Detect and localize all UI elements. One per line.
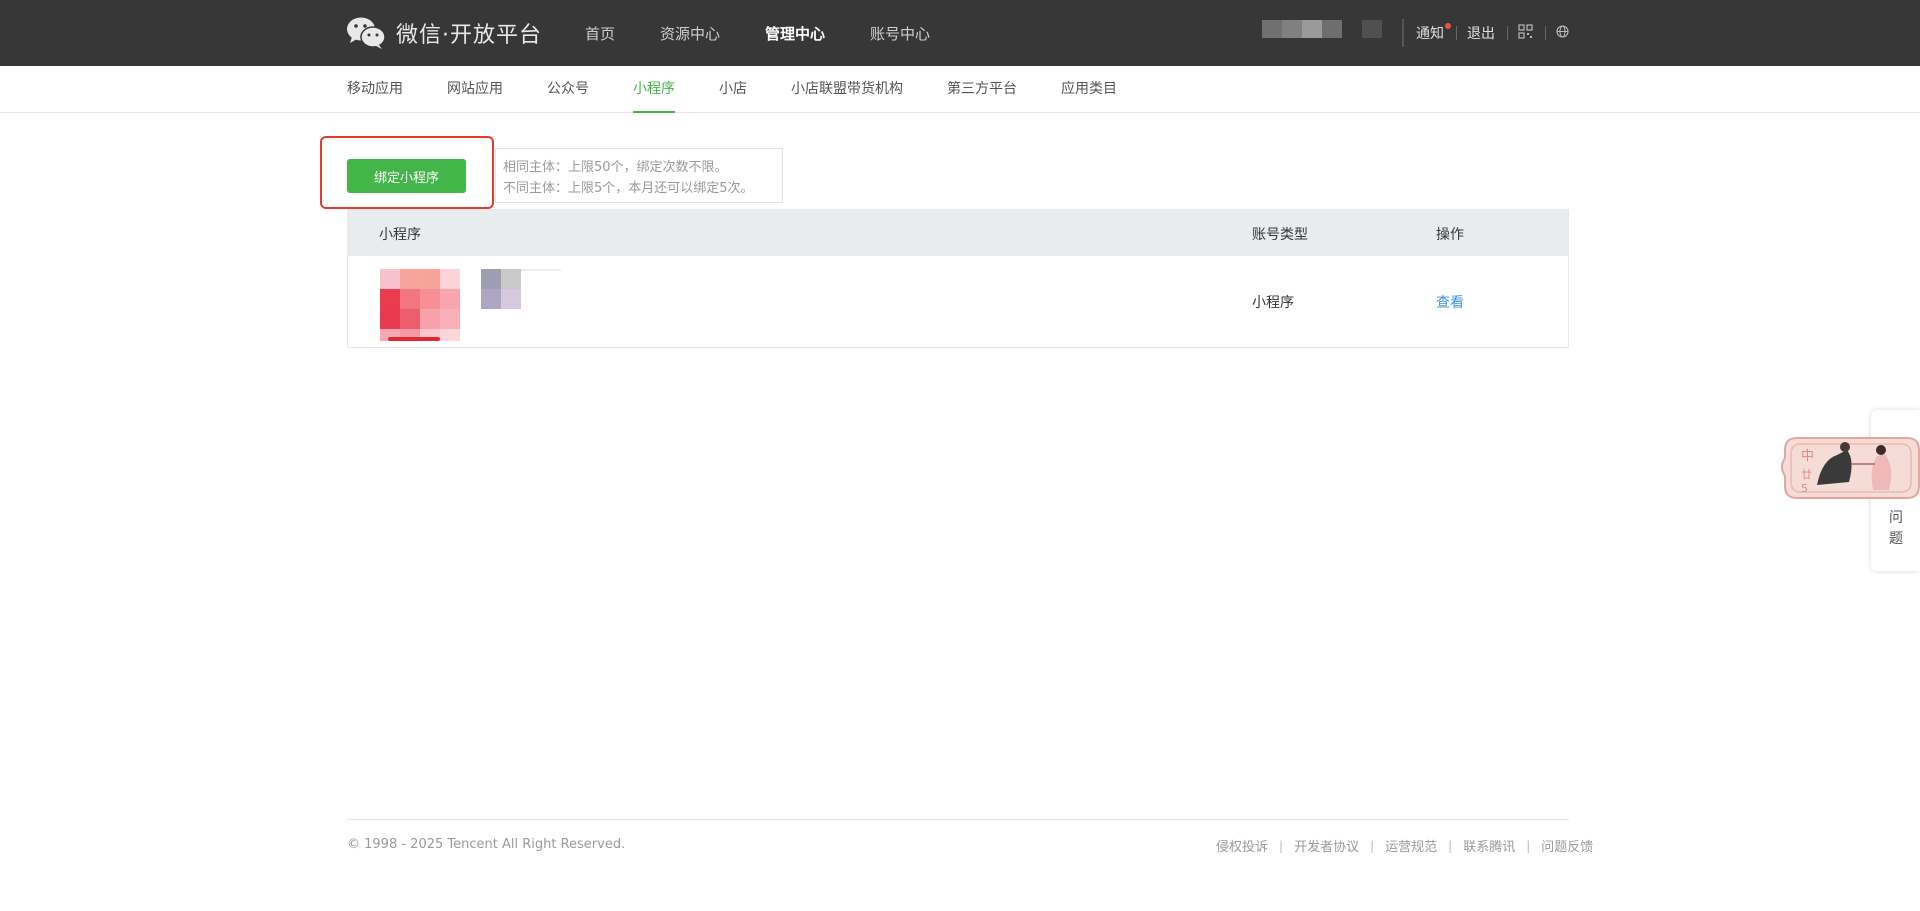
divider [1507, 26, 1508, 40]
tab-website-app[interactable]: 网站应用 [447, 66, 503, 113]
tab-mini-program[interactable]: 小程序 [633, 66, 675, 113]
nav-management[interactable]: 管理中心 [765, 23, 825, 44]
column-mini-program: 小程序 [379, 227, 421, 243]
svg-text:中: 中 [1801, 449, 1814, 464]
svg-text:廿: 廿 [1801, 468, 1812, 481]
qrcode-icon[interactable] [1518, 23, 1533, 43]
sub-nav: 移动应用 网站应用 公众号 小程序 小店 小店联盟带货机构 第三方平台 应用类目 [0, 66, 1920, 113]
account-type-cell: 小程序 [1252, 295, 1294, 311]
decorative-badge-icon: 中 廿 5 [1781, 437, 1920, 499]
tab-mobile-app[interactable]: 移动应用 [347, 66, 403, 113]
unread-dot [1445, 23, 1451, 29]
footer-link-operation-rules[interactable]: 运营规范 [1385, 836, 1437, 855]
notice-link[interactable]: 通知 [1416, 23, 1451, 43]
divider: | [1448, 838, 1453, 853]
globe-icon[interactable] [1556, 24, 1569, 42]
table-row: 小程序 查看 [348, 256, 1568, 348]
tab-third-party[interactable]: 第三方平台 [947, 66, 1017, 113]
footer-link-developer-agreement[interactable]: 开发者协议 [1294, 836, 1359, 855]
user-account-mosaic[interactable] [1262, 20, 1382, 38]
divider [1456, 26, 1457, 40]
svg-text:5: 5 [1801, 482, 1808, 495]
brand-title: 微信·开放平台 [396, 23, 542, 48]
copyright-text: © 1998 - 2025 Tencent All Right Reserved… [347, 837, 626, 852]
tab-official-account[interactable]: 公众号 [547, 66, 589, 113]
nav-resources[interactable]: 资源中心 [660, 23, 720, 44]
view-link[interactable]: 查看 [1436, 292, 1464, 312]
column-account-type: 账号类型 [1252, 227, 1308, 243]
tip-different-entity: 不同主体：上限5个，本月还可以绑定5次。 [503, 181, 754, 196]
main-nav: 首页 资源中心 管理中心 账号中心 [585, 0, 975, 66]
tab-app-category[interactable]: 应用类目 [1061, 66, 1117, 113]
brand-logo[interactable]: 微信·开放平台 [346, 16, 542, 50]
table-header: 小程序 账号类型 操作 [348, 210, 1568, 256]
footer-link-infringement[interactable]: 侵权投诉 [1216, 836, 1268, 855]
mini-program-avatar [380, 269, 460, 341]
top-header: 微信·开放平台 首页 资源中心 管理中心 账号中心 通知 退出 [0, 0, 1920, 66]
wechat-logo-icon [347, 17, 386, 49]
bind-limit-tip: 相同主体：上限50个，绑定次数不限。 不同主体：上限5个，本月还可以绑定5次。 [495, 148, 783, 203]
divider: | [1370, 838, 1375, 853]
mini-program-table: 小程序 账号类型 操作 小程序 查看 [347, 209, 1569, 348]
header-actions: 通知 退出 [1402, 18, 1569, 48]
tip-same-entity: 相同主体：上限50个，绑定次数不限。 [503, 160, 728, 175]
tab-shop[interactable]: 小店 [719, 66, 747, 113]
footer-link-contact[interactable]: 联系腾讯 [1463, 836, 1515, 855]
footer-divider [347, 819, 1569, 820]
column-actions: 操作 [1436, 227, 1464, 243]
divider [1402, 19, 1404, 47]
divider: | [1526, 838, 1531, 853]
tab-shop-alliance[interactable]: 小店联盟带货机构 [791, 66, 903, 113]
divider [1545, 26, 1546, 40]
nav-home[interactable]: 首页 [585, 23, 615, 44]
divider: | [1279, 838, 1284, 853]
bind-mini-program-button[interactable]: 绑定小程序 [347, 159, 466, 193]
nav-account[interactable]: 账号中心 [870, 23, 930, 44]
feedback-label: 问题 [1889, 510, 1903, 547]
logout-link[interactable]: 退出 [1467, 23, 1495, 43]
footer-links: 侵权投诉 | 开发者协议 | 运营规范 | 联系腾讯 | 问题反馈 [1216, 836, 1593, 856]
notice-label: 通知 [1416, 26, 1444, 42]
footer-link-feedback[interactable]: 问题反馈 [1541, 836, 1593, 855]
mini-program-name-blurred [481, 269, 561, 309]
avatar [1262, 20, 1382, 38]
